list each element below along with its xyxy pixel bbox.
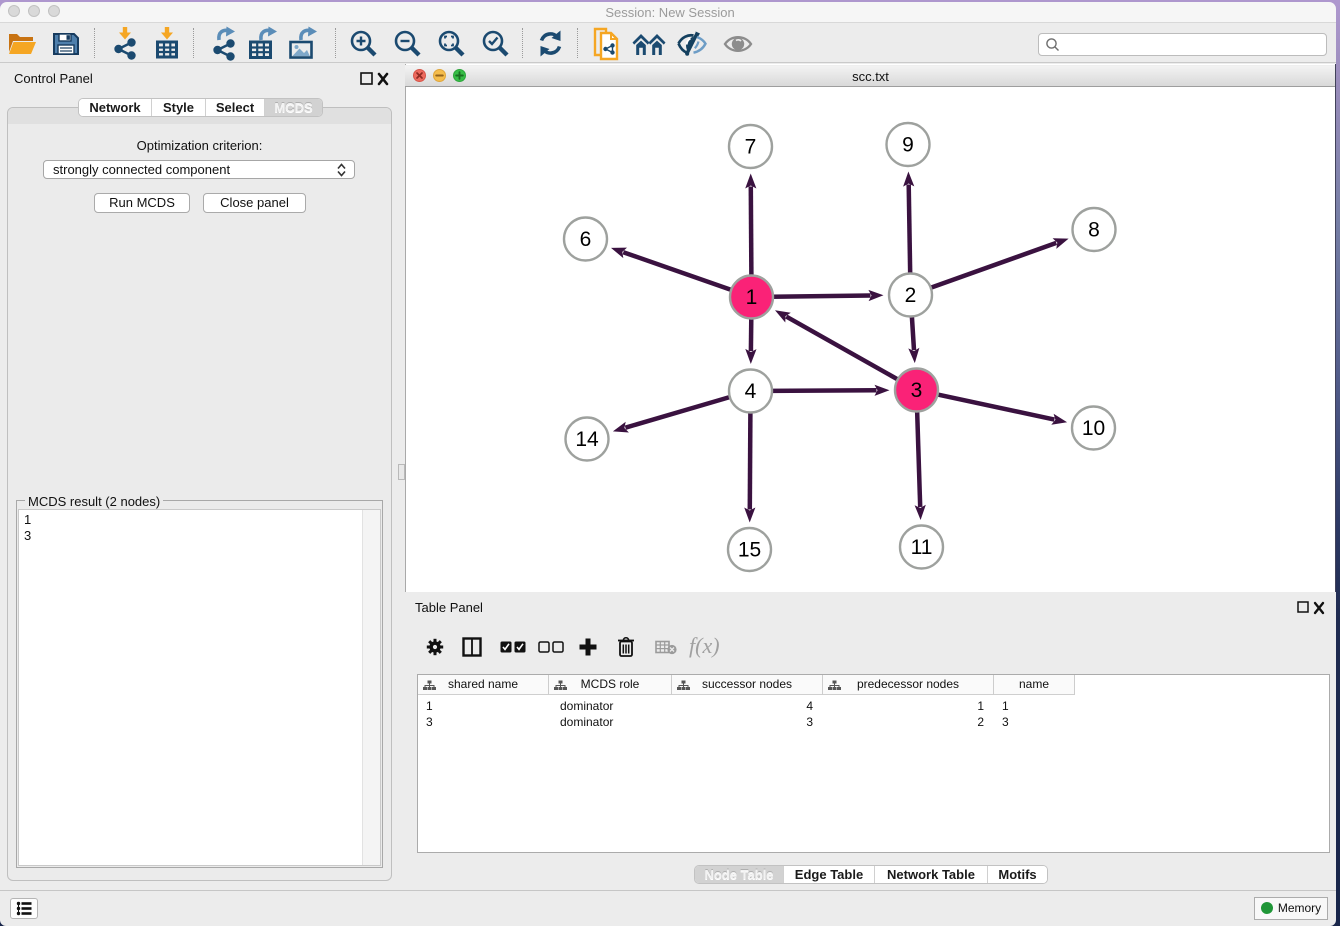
- svg-text:1: 1: [746, 286, 758, 309]
- svg-text:3: 3: [911, 379, 923, 402]
- svg-text:4: 4: [745, 380, 757, 403]
- svg-text:9: 9: [902, 134, 914, 157]
- svg-text:10: 10: [1082, 417, 1105, 440]
- svg-text:11: 11: [911, 536, 933, 559]
- svg-text:8: 8: [1088, 219, 1100, 242]
- svg-text:6: 6: [580, 228, 592, 251]
- svg-text:7: 7: [745, 136, 757, 159]
- svg-text:15: 15: [738, 539, 761, 562]
- svg-text:2: 2: [905, 284, 917, 307]
- svg-text:14: 14: [575, 428, 599, 451]
